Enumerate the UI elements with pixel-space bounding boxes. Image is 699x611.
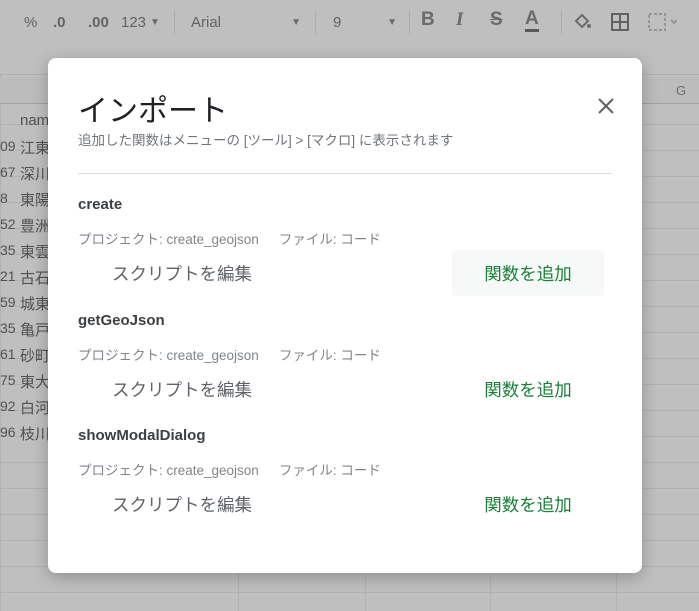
file-label: ファイル: コード (278, 232, 381, 247)
function-name: showModalDialog (78, 427, 206, 444)
project-label: プロジェクト: create_geojson (78, 232, 259, 247)
function-meta: プロジェクト: create_geojson ファイル: コード (78, 228, 381, 248)
dialog-title: インポート (78, 95, 228, 128)
edit-script-button[interactable]: スクリプトを編集 (78, 366, 286, 412)
function-item-create: create プロジェクト: create_geojson ファイル: コード ス… (78, 196, 612, 306)
project-label: プロジェクト: create_geojson (78, 348, 259, 363)
project-label: プロジェクト: create_geojson (78, 463, 259, 478)
edit-script-button[interactable]: スクリプトを編集 (78, 481, 286, 527)
file-label: ファイル: コード (278, 463, 381, 478)
function-item-showmodaldialog: showModalDialog プロジェクト: create_geojson ファ… (78, 427, 612, 537)
file-label: ファイル: コード (278, 348, 381, 363)
add-function-button[interactable]: 関数を追加 (452, 481, 604, 527)
function-name: getGeoJson (78, 312, 165, 329)
dialog-divider (78, 173, 612, 174)
dialog-subtitle: 追加した関数はメニューの [ツール] > [マクロ] に表示されます (78, 133, 454, 148)
add-function-button[interactable]: 関数を追加 (452, 366, 604, 412)
function-item-getgeojson: getGeoJson プロジェクト: create_geojson ファイル: コ… (78, 312, 612, 422)
import-dialog: インポート 追加した関数はメニューの [ツール] > [マクロ] に表示されます… (48, 58, 642, 573)
function-name: create (78, 196, 123, 213)
close-button[interactable] (594, 94, 618, 118)
close-icon (598, 98, 614, 114)
add-function-button[interactable]: 関数を追加 (452, 250, 604, 296)
function-meta: プロジェクト: create_geojson ファイル: コード (78, 344, 381, 364)
edit-script-button[interactable]: スクリプトを編集 (78, 250, 286, 296)
function-meta: プロジェクト: create_geojson ファイル: コード (78, 459, 381, 479)
